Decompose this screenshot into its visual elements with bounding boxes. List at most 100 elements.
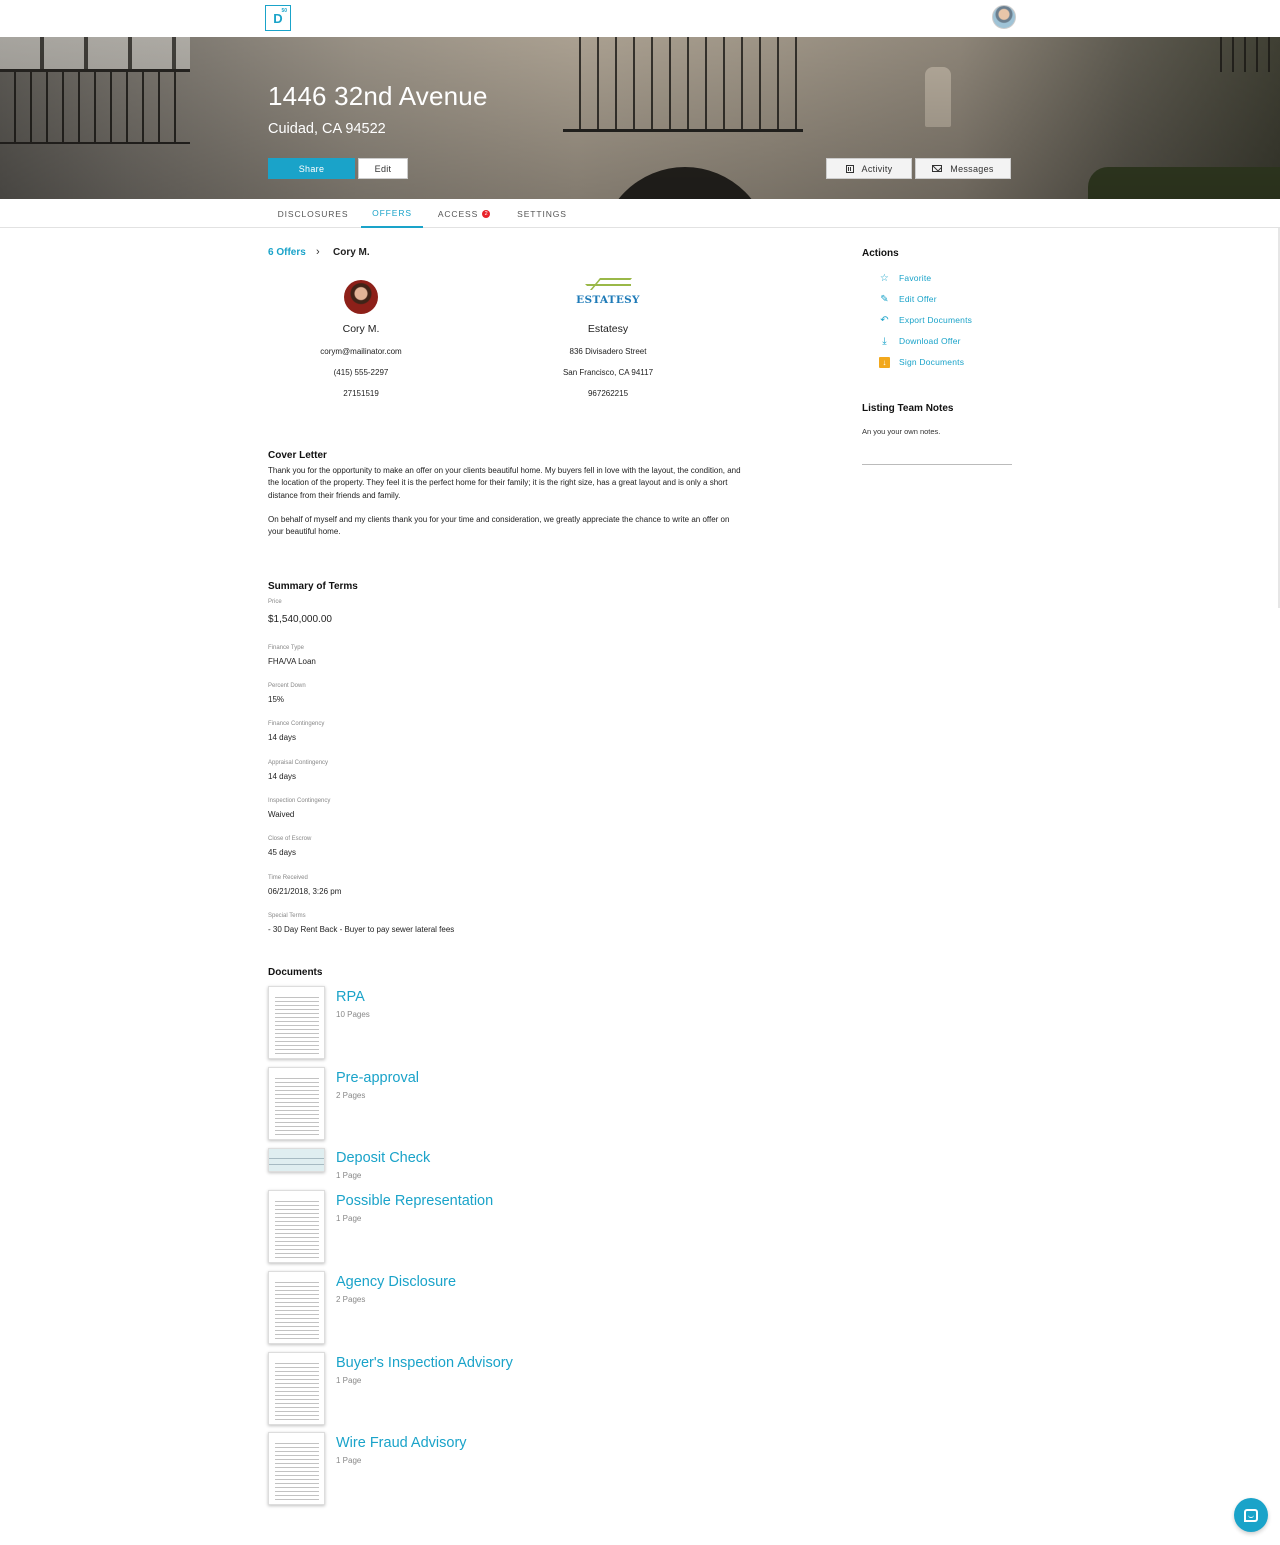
document-title-deposit-check[interactable]: Deposit Check: [336, 1150, 430, 1166]
document-pages: 1 Page: [336, 1214, 362, 1223]
document-thumbnail[interactable]: [268, 1190, 325, 1263]
tab-access-label: ACCESS: [437, 208, 479, 219]
tab-bar: DISCLOSURES OFFERS ACCESS 2 SETTINGS: [0, 199, 1280, 228]
document-title-possible-representation[interactable]: Possible Representation: [336, 1193, 493, 1209]
download-icon: ⤓: [882, 335, 887, 347]
sign-documents-label: Sign Documents: [899, 357, 965, 367]
term-label-finance-type: Finance Type: [268, 645, 304, 651]
cover-letter-heading: Cover Letter: [268, 450, 327, 461]
term-value-appraisal-contingency: 14 days: [268, 772, 297, 781]
document-pages: 2 Pages: [336, 1091, 366, 1100]
document-pages: 1 Page: [336, 1171, 362, 1180]
term-value-special-terms: - 30 Day Rent Back - Buyer to pay sewer …: [268, 925, 455, 934]
sign-documents-action[interactable]: ↓ Sign Documents: [879, 356, 964, 368]
app-logo[interactable]: D 50: [265, 5, 291, 31]
agent-email[interactable]: corym@mailinator.com: [271, 347, 451, 356]
envelope-icon: [932, 165, 943, 172]
document-thumbnail[interactable]: [268, 1432, 325, 1505]
documents-heading: Documents: [268, 967, 323, 978]
document-pages: 10 Pages: [336, 1010, 370, 1019]
document-pages: 2 Pages: [336, 1295, 366, 1304]
document-thumbnail[interactable]: [268, 1148, 325, 1172]
document-title-agency-disclosure[interactable]: Agency Disclosure: [336, 1274, 456, 1290]
tab-access[interactable]: ACCESS 2: [430, 199, 498, 228]
term-label-special-terms: Special Terms: [268, 913, 306, 919]
tab-offers[interactable]: OFFERS: [361, 199, 423, 228]
listing-team-notes-text[interactable]: An you your own notes.: [862, 427, 940, 436]
export-documents-label: Export Documents: [899, 315, 973, 325]
term-label-appraisal-contingency: Appraisal Contingency: [268, 760, 329, 766]
brokerage-city: San Francisco, CA 94117: [562, 368, 654, 377]
cover-letter-paragraph-2: On behalf of myself and my clients thank…: [268, 515, 730, 537]
listing-team-notes-heading: Listing Team Notes: [862, 403, 954, 414]
brokerage-name: Estatesy: [587, 323, 629, 335]
hero-overlay: [0, 37, 1280, 199]
edit-button[interactable]: Edit: [358, 158, 408, 179]
reply-arrow-icon: ↶: [880, 314, 889, 326]
term-label-inspection-contingency: Inspection Contingency: [268, 798, 331, 804]
activity-chart-icon: [845, 164, 854, 173]
term-value-finance-type: FHA/VA Loan: [268, 657, 316, 666]
document-pages: 1 Page: [336, 1456, 362, 1465]
share-button[interactable]: Share: [268, 158, 355, 179]
brokerage-card: ESTATESY Estatesy 836 Divisadero Street …: [518, 280, 698, 398]
activity-label: Activity: [861, 163, 893, 174]
chevron-right-icon: ›: [316, 246, 320, 258]
agent-name: Cory M.: [342, 323, 380, 335]
edit-offer-label: Edit Offer: [899, 294, 937, 304]
pencil-icon: ✎: [880, 293, 889, 305]
document-thumbnail[interactable]: [268, 1271, 325, 1344]
term-value-finance-contingency: 14 days: [268, 733, 297, 742]
property-city: Cuidad, CA 94522: [268, 121, 386, 137]
buyer-agent-card: Cory M. corym@mailinator.com (415) 555-2…: [271, 280, 451, 398]
messages-label: Messages: [950, 163, 994, 174]
export-documents-action[interactable]: ↶ Export Documents: [879, 314, 972, 326]
term-label-time-received: Time Received: [268, 875, 308, 881]
document-thumbnail[interactable]: [268, 1067, 325, 1140]
favorite-action[interactable]: ☆ Favorite: [879, 272, 931, 284]
document-pages: 1 Page: [336, 1376, 362, 1385]
edit-offer-action[interactable]: ✎ Edit Offer: [879, 293, 937, 305]
chat-bubble-icon: [1244, 1508, 1258, 1522]
tab-settings[interactable]: SETTINGS: [508, 199, 576, 228]
brokerage-street: 836 Divisadero Street: [569, 347, 647, 356]
agent-phone[interactable]: (415) 555-2297: [271, 368, 451, 377]
star-icon: ☆: [879, 272, 890, 284]
activity-button[interactable]: Activity: [826, 158, 912, 179]
document-title-wire-fraud-advisory[interactable]: Wire Fraud Advisory: [336, 1435, 467, 1451]
document-thumbnail[interactable]: [268, 986, 325, 1059]
agent-license: 27151519: [343, 389, 379, 398]
top-bar: D 50: [0, 0, 1280, 37]
breadcrumb-current: Cory M.: [333, 247, 370, 258]
document-title-rpa[interactable]: RPA: [336, 989, 365, 1005]
breadcrumb-offers-link[interactable]: 6 Offers: [268, 247, 306, 258]
sign-icon: ↓: [879, 356, 890, 368]
messages-button[interactable]: Messages: [915, 158, 1011, 179]
term-value-inspection-contingency: Waived: [268, 810, 295, 819]
summary-heading: Summary of Terms: [268, 581, 358, 592]
logo-superscript: 50: [281, 8, 287, 14]
term-value-close-of-escrow: 45 days: [268, 848, 297, 857]
document-thumbnail[interactable]: [268, 1352, 325, 1425]
download-offer-action[interactable]: ⤓ Download Offer: [879, 335, 961, 347]
document-title-pre-approval[interactable]: Pre-approval: [336, 1070, 419, 1086]
term-value-time-received: 06/21/2018, 3:26 pm: [268, 887, 342, 896]
agent-avatar: [344, 280, 378, 314]
term-label-finance-contingency: Finance Contingency: [268, 721, 325, 727]
term-value-price: $1,540,000.00: [268, 614, 332, 625]
property-address: 1446 32nd Avenue: [268, 81, 488, 111]
brokerage-logo: ESTATESY: [573, 280, 643, 314]
download-offer-label: Download Offer: [899, 336, 961, 346]
actions-heading: Actions: [862, 248, 899, 259]
brokerage-license: 967262215: [587, 389, 629, 398]
user-avatar[interactable]: [992, 5, 1016, 29]
term-label-percent-down: Percent Down: [268, 683, 306, 689]
access-count-badge: 2: [482, 209, 491, 218]
property-hero-image: [0, 37, 1280, 199]
chat-launcher-button[interactable]: [1234, 1498, 1268, 1532]
term-value-percent-down: 15%: [268, 695, 285, 704]
tab-disclosures[interactable]: DISCLOSURES: [270, 199, 356, 228]
document-title-buyers-inspection-advisory[interactable]: Buyer's Inspection Advisory: [336, 1355, 513, 1371]
term-label-price: Price: [268, 599, 282, 605]
notes-divider: [862, 464, 1012, 465]
